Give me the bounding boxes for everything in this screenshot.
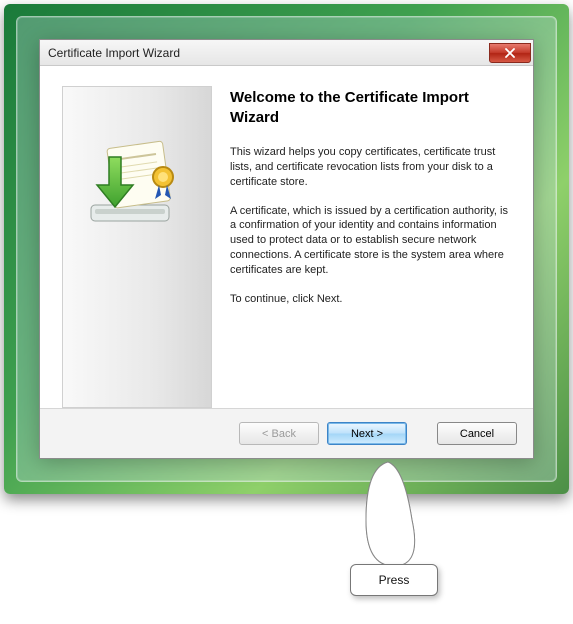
wizard-side-panel	[62, 86, 212, 408]
wizard-paragraph-2: A certificate, which is issued by a cert…	[230, 204, 511, 278]
dialog-content: Welcome to the Certificate Import Wizard…	[40, 66, 533, 408]
next-button[interactable]: Next >	[327, 422, 407, 445]
wizard-heading: Welcome to the Certificate Import Wizard	[230, 88, 511, 127]
back-button: < Back	[239, 422, 319, 445]
dialog-footer: < Back Next > Cancel	[40, 408, 533, 458]
wizard-paragraph-1: This wizard helps you copy certificates,…	[230, 145, 511, 190]
certificate-icon	[81, 127, 191, 237]
wizard-main-text: Welcome to the Certificate Import Wizard…	[230, 86, 511, 408]
window-frame: Certificate Import Wizard	[16, 16, 557, 482]
titlebar[interactable]: Certificate Import Wizard	[40, 40, 533, 66]
close-button[interactable]	[489, 43, 531, 63]
wizard-paragraph-3: To continue, click Next.	[230, 292, 511, 307]
desktop-background: Certificate Import Wizard	[4, 4, 569, 494]
window-title: Certificate Import Wizard	[48, 46, 180, 60]
close-icon	[505, 48, 515, 58]
cancel-button[interactable]: Cancel	[437, 422, 517, 445]
annotation-label: Press	[350, 564, 438, 596]
wizard-dialog: Certificate Import Wizard	[39, 39, 534, 459]
